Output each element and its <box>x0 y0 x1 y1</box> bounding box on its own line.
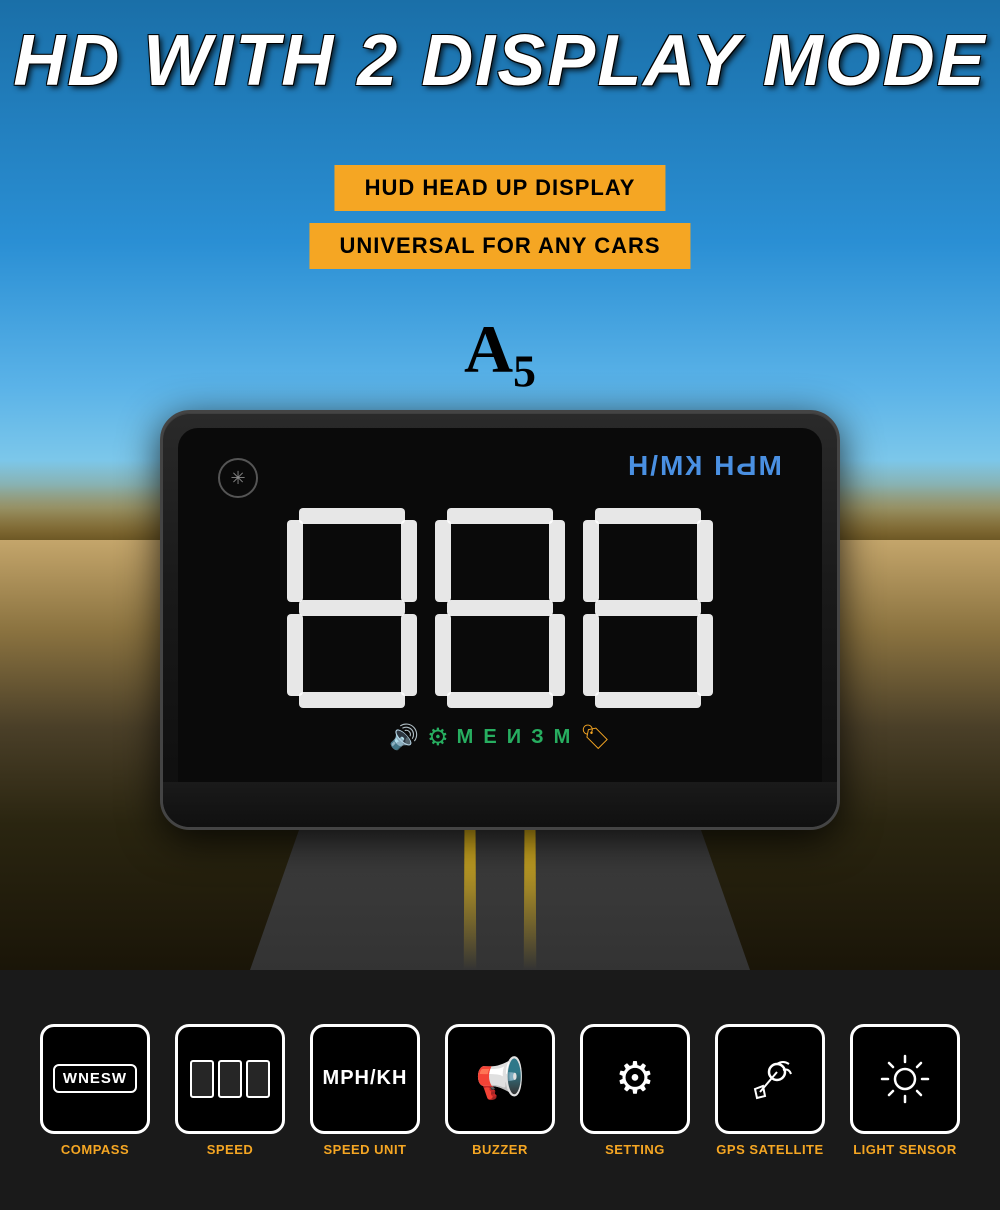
seg-a-2 <box>447 508 553 524</box>
model-name: A5 <box>464 310 536 398</box>
setting-box-inner: ⚙ <box>583 1027 687 1131</box>
mini-speed-display <box>190 1060 270 1098</box>
seg-b-1 <box>401 520 417 602</box>
feature-gps: GPS SATELLITE <box>710 1024 830 1157</box>
hud-base <box>160 782 840 830</box>
badge-hud: HUD HEAD UP DISPLAY <box>335 165 666 211</box>
mph-display: MPH/KH <box>323 1067 408 1090</box>
speaker: ✳ <box>218 458 258 498</box>
hud-screen: ✳ МЬН КМ\Н <box>178 428 822 812</box>
speed-digits <box>287 508 713 708</box>
status-text-4: З <box>531 726 546 749</box>
status-text-5: М <box>554 726 573 749</box>
setting-label: SETTING <box>605 1142 665 1157</box>
feature-light-sensor: LIGHT SENSOR <box>845 1024 965 1157</box>
feature-speed: SPEED <box>170 1024 290 1157</box>
status-text-1: М <box>457 726 476 749</box>
feature-box-gps <box>715 1024 825 1134</box>
gps-satellite-icon <box>745 1054 795 1104</box>
digit-1 <box>287 508 417 708</box>
seg-e-1 <box>287 614 303 696</box>
speed-unit-box-inner: MPH/KH <box>313 1027 417 1131</box>
mini-digit-1 <box>190 1060 214 1098</box>
status-row: 🔊 ⚙ М Е И З М 🏷 <box>389 723 610 752</box>
seg-c-1 <box>401 614 417 696</box>
seg-g-1 <box>299 600 405 616</box>
speed-box-inner <box>178 1027 282 1131</box>
feature-compass: WNESW COMPASS <box>35 1024 155 1157</box>
seg-d-1 <box>299 692 405 708</box>
buzzer-box-inner: 📢 <box>448 1027 552 1131</box>
seg-a-3 <box>595 508 701 524</box>
feature-box-setting: ⚙ <box>580 1024 690 1134</box>
feature-box-buzzer: 📢 <box>445 1024 555 1134</box>
digit-3 <box>583 508 713 708</box>
settings-gear-icon: ⚙ <box>615 1053 654 1104</box>
feature-box-speed-unit: MPH/KH <box>310 1024 420 1134</box>
seg-g-2 <box>447 600 553 616</box>
status-text-2: Е <box>483 726 498 749</box>
status-text-3: И <box>507 726 523 749</box>
compass-label: COMPASS <box>61 1142 129 1157</box>
feature-setting: ⚙ SETTING <box>575 1024 695 1157</box>
mini-digit-3 <box>246 1060 270 1098</box>
main-title: HD WITH 2 DISPLAY MODE <box>0 20 1000 102</box>
light-box-inner <box>853 1027 957 1131</box>
seg-f-2 <box>435 520 451 602</box>
features-section: WNESW COMPASS SPEED <box>0 970 1000 1210</box>
volume-icon: 🔊 <box>389 723 419 752</box>
gps-box-inner <box>718 1027 822 1131</box>
features-grid: WNESW COMPASS SPEED <box>35 1024 965 1157</box>
seg-f-1 <box>287 520 303 602</box>
compass-display: WNESW <box>53 1064 137 1093</box>
settings-icon: ⚙ <box>427 723 449 752</box>
gps-label: GPS SATELLITE <box>716 1142 823 1157</box>
buzzer-label: BUZZER <box>472 1142 528 1157</box>
seg-c-2 <box>549 614 565 696</box>
seg-b-3 <box>697 520 713 602</box>
buzzer-icon: 📢 <box>475 1055 525 1102</box>
mini-digit-2 <box>218 1060 242 1098</box>
feature-buzzer: 📢 BUZZER <box>440 1024 560 1157</box>
seg-a-1 <box>299 508 405 524</box>
light-sensor-label: LIGHT SENSOR <box>853 1142 957 1157</box>
feature-box-compass: WNESW <box>40 1024 150 1134</box>
hud-device: ✳ МЬН КМ\Н <box>160 410 840 830</box>
seg-d-3 <box>595 692 701 708</box>
hero-section: HD WITH 2 DISPLAY MODE HUD HEAD UP DISPL… <box>0 0 1000 970</box>
light-sensor-icon <box>878 1052 932 1106</box>
speed-unit-display: МЬН КМ\Н <box>626 450 782 482</box>
seg-g-3 <box>595 600 701 616</box>
digit-2 <box>435 508 565 708</box>
compass-box-inner: WNESW <box>43 1027 147 1131</box>
feature-box-speed <box>175 1024 285 1134</box>
seg-c-3 <box>697 614 713 696</box>
badge-universal: UNIVERSAL FOR ANY CARS <box>309 223 690 269</box>
speaker-icon: ✳ <box>230 468 245 489</box>
seg-d-2 <box>447 692 553 708</box>
seg-b-2 <box>549 520 565 602</box>
seg-e-2 <box>435 614 451 696</box>
feature-box-light <box>850 1024 960 1134</box>
tag-icon: 🏷 <box>580 723 610 752</box>
seg-e-3 <box>583 614 599 696</box>
speed-unit-label: SPEED UNIT <box>323 1142 406 1157</box>
seg-f-3 <box>583 520 599 602</box>
feature-speed-unit: MPH/KH SPEED UNIT <box>305 1024 425 1157</box>
speed-label: SPEED <box>207 1142 254 1157</box>
badges-container: HUD HEAD UP DISPLAY UNIVERSAL FOR ANY CA… <box>309 165 690 269</box>
